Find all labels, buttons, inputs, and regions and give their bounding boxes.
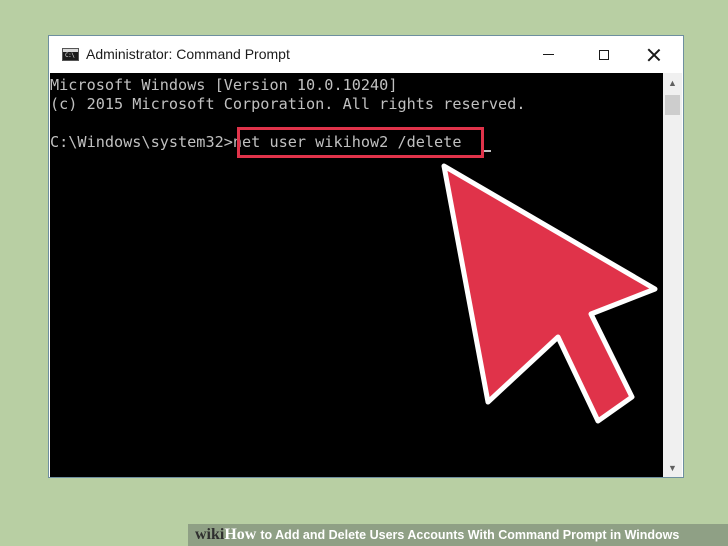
caption-text: to Add and Delete Users Accounts With Co… <box>260 528 680 542</box>
window-title: Administrator: Command Prompt <box>86 46 290 62</box>
scrollbar-thumb[interactable] <box>665 95 680 115</box>
maximize-icon <box>599 49 609 60</box>
brand-logo-how: How <box>224 526 257 543</box>
vertical-scrollbar[interactable]: ▲ ▼ <box>663 73 682 477</box>
minimize-button[interactable] <box>525 36 571 73</box>
scroll-up-icon[interactable]: ▲ <box>663 73 682 92</box>
console-line-copyright: (c) 2015 Microsoft Corporation. All righ… <box>50 95 526 113</box>
console-area[interactable]: Microsoft Windows [Version 10.0.10240] (… <box>50 73 664 477</box>
close-button[interactable] <box>631 36 677 73</box>
minimize-icon <box>542 54 554 55</box>
cmd-icon: C:\ <box>62 48 79 61</box>
caption-banner: wiki How to Add and Delete Users Account… <box>188 524 728 546</box>
command-prompt-window: C:\ Administrator: Command Prompt Micros… <box>48 35 684 478</box>
close-icon <box>647 48 661 62</box>
text-cursor <box>483 150 491 152</box>
console-line-version: Microsoft Windows [Version 10.0.10240] <box>50 76 398 94</box>
maximize-button[interactable] <box>581 36 627 73</box>
title-bar[interactable]: C:\ Administrator: Command Prompt <box>49 36 683 73</box>
brand-logo-wiki: wiki <box>195 526 225 543</box>
command-highlight-box <box>237 127 484 158</box>
scroll-down-icon[interactable]: ▼ <box>663 458 682 477</box>
